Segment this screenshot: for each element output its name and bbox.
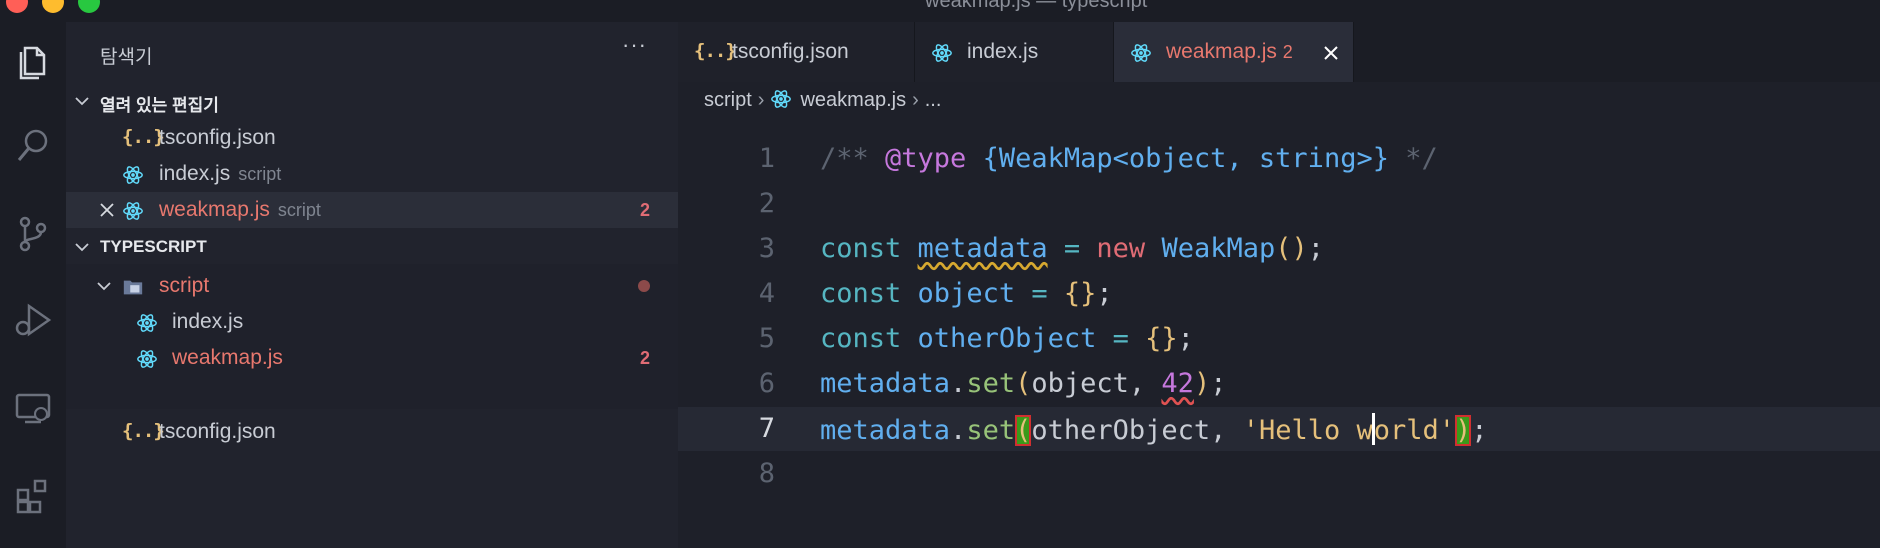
files-icon[interactable]: [13, 40, 53, 80]
open-editors-section[interactable]: 열려 있는 편집기: [66, 84, 678, 118]
chevron-right-icon: ›: [912, 89, 919, 111]
window-title: weakmap.js — typescript: [925, 0, 1148, 12]
explorer-title: 탐색기: [100, 47, 153, 68]
line-number: 6: [758, 368, 775, 399]
problem-count-badge: 2: [639, 348, 650, 368]
file-name: weakmap.js: [159, 198, 270, 221]
tab-label: weakmap.js: [1166, 40, 1277, 63]
code-line-2[interactable]: 2: [678, 182, 1880, 226]
line-number: 8: [758, 458, 775, 489]
modified-dot-icon: [638, 280, 650, 292]
line-number: 1: [758, 143, 775, 174]
chevron-down-icon: [75, 97, 89, 106]
warning-squiggle: metadata: [917, 233, 1048, 264]
react-icon: [137, 314, 157, 332]
json-icon: {..}: [694, 40, 737, 62]
react-icon: [932, 44, 952, 62]
code-line-1[interactable]: 1 /** @type {WeakMap<object, string>} */: [678, 137, 1880, 181]
breadcrumb-folder[interactable]: script: [704, 89, 752, 111]
line-number: 3: [758, 233, 775, 264]
tab-tsconfig[interactable]: {..} tsconfig.json: [678, 22, 915, 82]
file-folder-desc: script: [238, 164, 282, 184]
code-line-6[interactable]: 6 metadata.set(object, 42);: [678, 362, 1880, 406]
breadcrumb: script › weakmap.js ›...: [704, 88, 941, 112]
title-bar: weakmap.js — typescript: [0, 0, 1880, 22]
explorer-sidebar: 탐색기 ··· 열려 있는 편집기 {..} tsconfig.json ind…: [66, 22, 678, 548]
code-line-3[interactable]: 3 const metadata = new WeakMap();: [678, 227, 1880, 271]
chevron-right-icon: ›: [757, 89, 765, 111]
chevron-down-icon: [97, 282, 111, 291]
line-number: 7: [758, 413, 775, 444]
code-line-7[interactable]: 7 metadata.set(otherObject, 'Hello world…: [678, 407, 1880, 451]
remote-explorer-icon[interactable]: [13, 388, 53, 428]
error-squiggle: 42: [1161, 368, 1194, 399]
open-editors-label: 열려 있는 편집기: [100, 96, 219, 115]
react-icon: [123, 166, 143, 184]
open-editor-tsconfig[interactable]: {..} tsconfig.json: [66, 120, 678, 156]
open-editor-weakmap[interactable]: weakmap.js script 2: [66, 192, 678, 228]
tab-index[interactable]: index.js: [915, 22, 1114, 82]
file-index[interactable]: index.js: [66, 304, 678, 340]
run-debug-icon[interactable]: [13, 300, 53, 340]
file-name: index.js: [172, 310, 244, 333]
folder-open-icon: [123, 280, 143, 295]
react-icon: [123, 202, 143, 220]
workspace-tree: script index.js weakmap.js 2: [66, 264, 678, 409]
maximize-window-button[interactable]: [78, 0, 100, 13]
bracket-match-open: (: [1015, 415, 1032, 446]
code-line-5[interactable]: 5 const otherObject = {};: [678, 317, 1880, 361]
file-name: index.js: [159, 162, 231, 185]
tab-weakmap[interactable]: weakmap.js 2: [1114, 22, 1354, 82]
workspace-label: TYPESCRIPT: [100, 237, 207, 256]
folder-name: script: [159, 274, 210, 297]
breadcrumb-symbols[interactable]: ...: [925, 89, 942, 111]
file-name: tsconfig.json: [159, 420, 276, 443]
editor-tabs: {..} tsconfig.json index.js weakmap.js 2: [678, 22, 1880, 82]
file-name: weakmap.js: [172, 346, 283, 369]
chevron-down-icon: [75, 243, 89, 252]
close-icon[interactable]: [1322, 44, 1340, 62]
line-number: 5: [758, 323, 775, 354]
react-icon: [771, 90, 792, 108]
editor-area: {..} tsconfig.json index.js weakmap.js 2…: [678, 22, 1880, 548]
close-icon[interactable]: [98, 201, 116, 219]
tab-label: tsconfig.json: [732, 40, 849, 63]
file-weakmap[interactable]: weakmap.js 2: [66, 340, 678, 376]
react-icon: [137, 350, 157, 368]
tab-label: index.js: [967, 40, 1039, 63]
activity-bar: [0, 22, 66, 548]
code-line-4[interactable]: 4 const object = {};: [678, 272, 1880, 316]
line-number: 2: [758, 188, 775, 219]
open-editor-index[interactable]: index.js script: [66, 156, 678, 192]
workspace-section[interactable]: TYPESCRIPT: [66, 230, 678, 264]
bracket-match-close: ): [1455, 415, 1472, 446]
react-icon: [1131, 44, 1151, 62]
file-folder-desc: script: [277, 200, 321, 220]
problem-count-badge: 2: [639, 200, 650, 220]
close-window-button[interactable]: [6, 0, 28, 13]
file-name: tsconfig.json: [159, 126, 276, 149]
extensions-icon[interactable]: [13, 476, 53, 516]
folder-script[interactable]: script: [66, 268, 678, 304]
minimize-window-button[interactable]: [42, 0, 64, 13]
file-tsconfig[interactable]: {..} tsconfig.json: [66, 414, 678, 450]
json-icon: {..}: [122, 126, 165, 148]
source-control-icon[interactable]: [13, 214, 53, 254]
search-icon[interactable]: [13, 126, 53, 166]
more-actions-icon[interactable]: ···: [622, 32, 647, 58]
line-number: 4: [758, 278, 775, 309]
breadcrumb-file[interactable]: weakmap.js: [800, 89, 906, 111]
problem-count-badge: 2: [1282, 42, 1293, 62]
json-icon: {..}: [122, 420, 165, 442]
code-line-8[interactable]: 8: [678, 452, 1880, 496]
